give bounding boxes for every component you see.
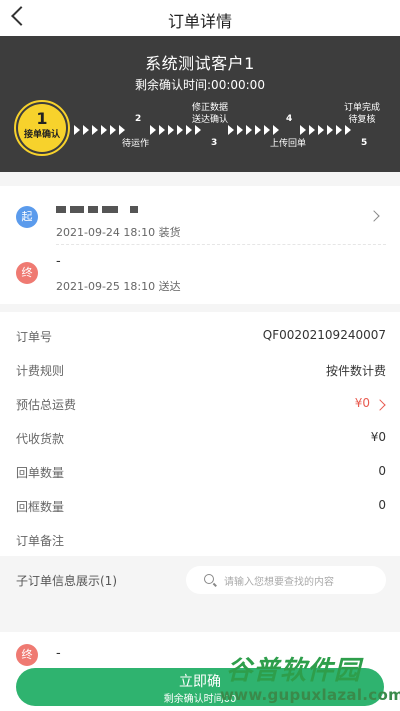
search-icon xyxy=(204,574,214,584)
sub-order-title: 子订单信息展示(1) xyxy=(16,574,117,588)
billing-row: 计费规则 按件数计费 xyxy=(16,362,386,382)
confirm-countdown: 剩余确认时间:00:00:00 xyxy=(135,78,265,92)
step-3-number: 3 xyxy=(211,138,218,148)
progress-arrows-1 xyxy=(74,124,128,136)
cod-row: 代收货款 ¥0 xyxy=(16,430,386,450)
watermark-title: 谷普软件园 xyxy=(226,656,362,686)
watermark-logo: 谷普软件园 www.gupuxlazal.com xyxy=(220,650,400,708)
chevron-right-icon[interactable] xyxy=(374,399,386,411)
cod-value: ¥0 xyxy=(370,430,386,444)
billing-value: 按件数计费 xyxy=(325,364,386,378)
chevron-right-icon[interactable] xyxy=(368,210,380,222)
step-5-number: 5 xyxy=(361,138,368,148)
order-no-value: QF00202109240007 xyxy=(262,328,386,342)
step-2-label: 待运作 xyxy=(122,139,150,149)
frame-qty-row: 回框数量 0 xyxy=(16,498,386,518)
freight-row[interactable]: 预估总运费 ¥0 xyxy=(16,396,386,416)
start-time: 2021-09-24 18:10 装货 xyxy=(56,226,181,239)
sub-end-badge: 终 xyxy=(16,644,38,666)
freight-value: ¥0 xyxy=(354,396,370,410)
start-badge: 起 xyxy=(16,206,38,228)
search-input[interactable]: 请输入您想要查找的内容 xyxy=(224,573,334,588)
remark-row: 订单备注 xyxy=(16,532,386,552)
billing-label: 计费规则 xyxy=(16,364,65,378)
search-box[interactable]: 请输入您想要查找的内容 xyxy=(186,566,386,594)
step-3-label: 修正数据 送达确认 xyxy=(192,103,229,125)
order-no-row: 订单号 QF00202109240007 xyxy=(16,328,386,348)
route-divider xyxy=(56,244,386,245)
customer-name: 系统测试客户1 xyxy=(145,54,255,73)
end-time: 2021-09-25 18:10 送达 xyxy=(56,280,181,293)
order-no-label: 订单号 xyxy=(16,330,53,344)
receipt-qty-label: 回单数量 xyxy=(16,466,65,480)
cod-label: 代收货款 xyxy=(16,432,65,446)
step-current-label: 接单确认 xyxy=(23,130,60,140)
frame-qty-label: 回框数量 xyxy=(16,500,65,514)
step-4-label: 上传回单 xyxy=(270,139,307,149)
progress-arrows-3 xyxy=(228,124,282,136)
receipt-qty-row: 回单数量 0 xyxy=(16,464,386,484)
step-current-number: 1 xyxy=(36,109,48,128)
end-address: - xyxy=(56,254,61,269)
page-title: 订单详情 xyxy=(167,12,232,31)
sub-end-address: - xyxy=(56,646,61,661)
sub-order-header: 子订单信息展示(1) 请输入您想要查找的内容 xyxy=(0,560,400,600)
step-current: 1 接单确认 xyxy=(14,100,70,156)
order-status-header: 系统测试客户1 剩余确认时间:00:00:00 1 接单确认 2 待运作 修正数… xyxy=(0,36,400,172)
remark-label: 订单备注 xyxy=(16,534,65,548)
step-5-label: 订单完成 待复核 xyxy=(344,103,381,125)
step-4-number: 4 xyxy=(286,114,293,124)
step-2-number: 2 xyxy=(135,114,142,124)
navbar: 订单详情 xyxy=(0,0,400,36)
watermark-url: www.gupuxlazal.com xyxy=(220,686,400,704)
start-address xyxy=(56,202,142,217)
frame-qty-value: 0 xyxy=(378,498,386,512)
end-badge: 终 xyxy=(16,262,38,284)
order-info-card: 订单号 QF00202109240007 计费规则 按件数计费 预估总运费 ¥0… xyxy=(0,312,400,556)
freight-label: 预估总运费 xyxy=(16,398,77,412)
receipt-qty-value: 0 xyxy=(378,464,386,478)
route-card[interactable]: 起 2021-09-24 18:10 装货 终 - 2021-09-25 18:… xyxy=(0,186,400,304)
